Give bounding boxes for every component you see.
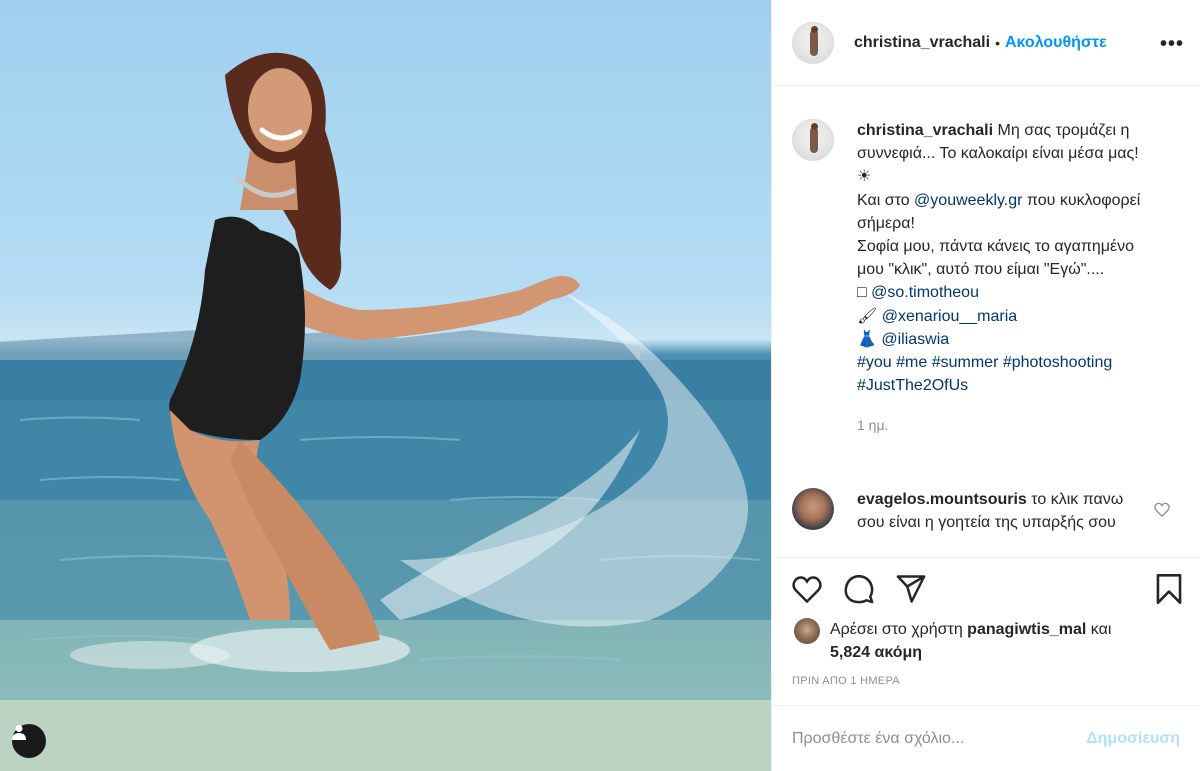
paper-plane-icon [896,575,926,603]
likes-count[interactable]: 5,824 ακόμη [830,644,922,661]
comment-like-icon[interactable] [1154,502,1170,517]
caption-username[interactable]: christina_vrachali [857,122,993,139]
share-button[interactable] [894,572,928,606]
author-avatar[interactable] [792,21,834,64]
camera-icon: □ [857,284,867,302]
caption-line-3: Σοφία μου, πάντα κάνεις το αγαπημένο μου… [857,238,1135,279]
follow-button[interactable]: Ακολουθήστε [1005,34,1107,52]
likes-middle: και [1086,621,1112,638]
user-icon [12,725,26,740]
comment-icon [844,574,874,604]
likes-summary: Αρέσει στο χρήστη panagiwtis_mal και 5,8… [794,618,1170,664]
comments-list[interactable]: christina_vrachali Μη σας τρομάζει η συν… [772,87,1200,557]
caption-avatar[interactable] [792,119,834,161]
commenter-avatar[interactable] [792,488,834,530]
mention-youweekly[interactable]: @youweekly.gr [914,192,1022,209]
separator-dot: • [995,34,1000,51]
save-button[interactable] [1152,572,1186,606]
author-username[interactable]: christina_vrachali [854,34,990,52]
comment-item: evagelos.mountsouris το κλικ πανω σου εί… [792,488,1182,534]
action-bar: Αρέσει στο χρήστη panagiwtis_mal και 5,8… [772,557,1200,705]
caption-line-2-pre: Και στο [857,191,915,209]
dress-icon: 👗 [857,330,877,348]
likes-text: Αρέσει στο χρήστη panagiwtis_mal και 5,8… [830,618,1170,664]
photo-illustration [0,52,771,771]
mention-xenariou-maria[interactable]: @xenariou__maria [882,308,1017,325]
comment-button[interactable] [842,572,876,606]
post-photo[interactable] [0,0,771,771]
post-comment-button[interactable]: Δημοσίευση [1086,730,1180,748]
heart-icon [792,576,822,603]
post-timestamp[interactable]: ΠΡΙΝ ΑΠΟ 1 ΗΜΕΡΑ [792,675,900,687]
tagged-users-button[interactable] [12,724,46,758]
hashtags[interactable]: #you #me #summer #photoshooting #JustThe… [857,354,1112,394]
post-side-panel: christina_vrachali • Ακολουθήστε ••• chr… [772,0,1200,771]
brush-icon: 🖌 [857,307,878,325]
commenter-username[interactable]: evagelos.mountsouris [857,491,1027,508]
caption-time: 1 ημ. [857,417,889,434]
mention-so-timotheou[interactable]: @so.timotheou [871,284,979,301]
liker-avatar[interactable] [794,618,820,644]
comment-text: evagelos.mountsouris το κλικ πανω σου εί… [857,488,1127,534]
liker-username[interactable]: panagiwtis_mal [967,621,1086,638]
bookmark-icon [1156,574,1182,604]
mention-iliaswia[interactable]: @iliaswia [881,331,949,348]
post-header: christina_vrachali • Ακολουθήστε ••• [772,0,1200,86]
like-button[interactable] [790,572,824,606]
likes-prefix: Αρέσει στο χρήστη [830,621,968,638]
caption-text: christina_vrachali Μη σας τρομάζει η συν… [857,119,1157,438]
comment-input[interactable]: Προσθέστε ένα σχόλιο... [792,730,1086,748]
more-options-icon[interactable]: ••• [1160,33,1184,56]
caption: christina_vrachali Μη σας τρομάζει η συν… [792,119,1182,438]
add-comment-bar: Προσθέστε ένα σχόλιο... Δημοσίευση [772,705,1200,771]
